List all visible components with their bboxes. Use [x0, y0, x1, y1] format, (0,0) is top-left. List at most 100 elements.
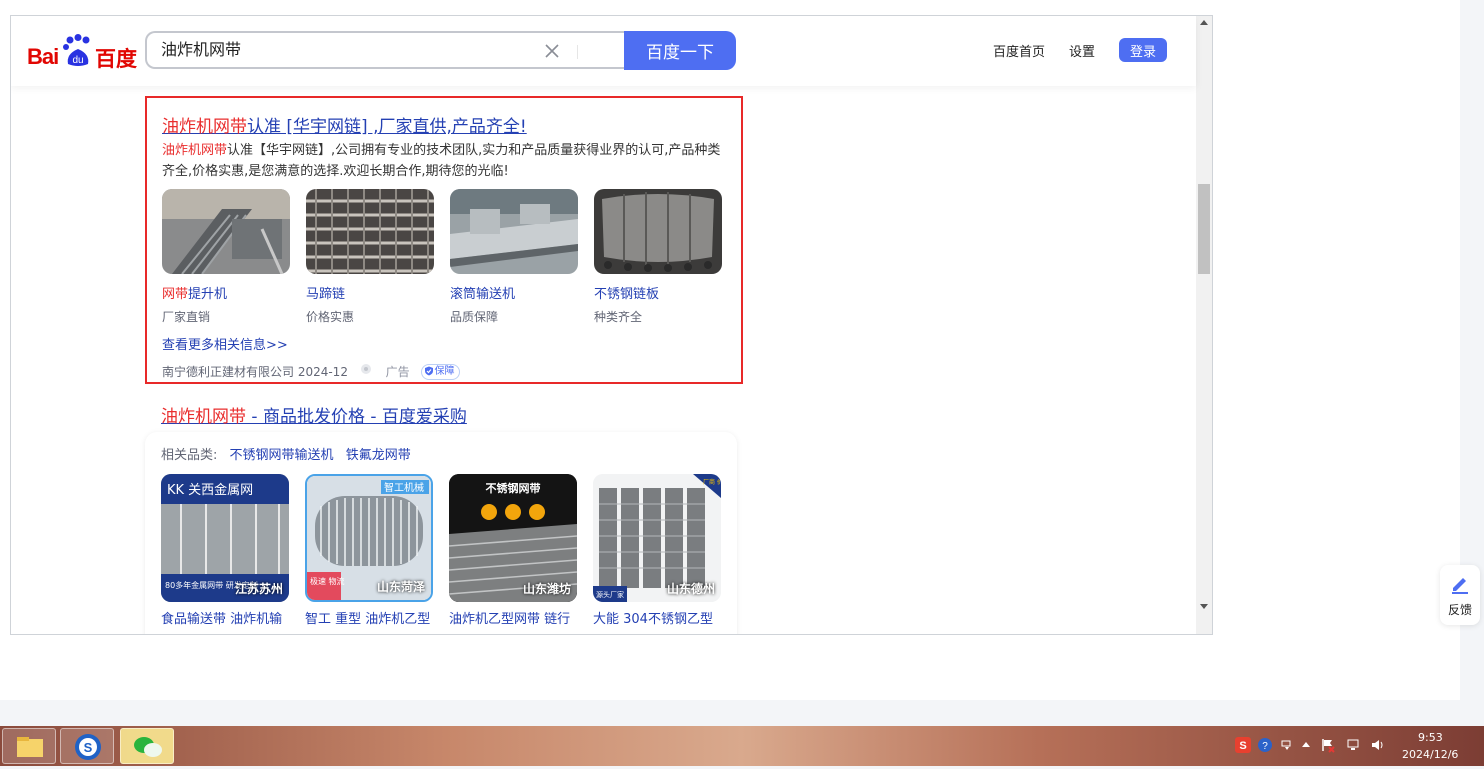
product-location: 山东潍坊	[522, 582, 571, 596]
windows-taskbar: S S ? 9:53 2024/12/6	[0, 726, 1484, 766]
keyboard-icon[interactable]	[1279, 737, 1295, 753]
product-card[interactable]: 厂商 价比 源头厂家 山东德州 大能 304不锈钢乙型	[593, 474, 723, 627]
related-tag[interactable]: 铁氟龙网带	[346, 448, 411, 463]
ad-thumbnail-row: 网带提升机 厂家直销 马蹄链 价格实惠 滚筒输送机 品质保障 不锈钢链板 种类齐…	[162, 189, 732, 329]
taskbar-sogou-browser-button[interactable]: S	[60, 728, 114, 764]
ad-result-description: 油炸机网带认准【华宇网链】,公司拥有专业的技术团队,实力和产品质量获得业界的认可…	[162, 140, 728, 182]
ad-result-title[interactable]: 油炸机网带认准 [华宇网链] ,厂家直供,产品齐全!	[162, 112, 527, 137]
product-name[interactable]: 大能 304不锈钢乙型	[593, 608, 723, 627]
help-icon[interactable]: ?	[1257, 737, 1273, 753]
taskbar-wechat-button[interactable]	[120, 728, 174, 764]
product-image: 厂商 价比 源头厂家 山东德州	[593, 474, 721, 602]
nav-baidu-home[interactable]: 百度首页	[993, 41, 1045, 60]
search-divider	[577, 45, 578, 59]
folder-icon	[17, 737, 43, 757]
shield-check-icon	[425, 366, 434, 375]
action-center-flag-icon[interactable]	[1320, 737, 1336, 753]
guarantee-badge[interactable]: 保障	[421, 363, 461, 380]
product-image: 不锈钢网带 山东潍坊	[449, 474, 577, 602]
baidu-logo[interactable]: Bai du 百度	[27, 34, 137, 74]
network-icon[interactable]	[1346, 737, 1362, 753]
scroll-thumb[interactable]	[1198, 184, 1210, 274]
nav-settings[interactable]: 设置	[1069, 41, 1095, 60]
logo-text-cn: 百度	[95, 47, 137, 71]
chain-plate-photo-icon	[594, 189, 722, 274]
close-icon[interactable]	[543, 42, 561, 60]
more-info-link[interactable]: 查看更多相关信息>>	[162, 334, 288, 353]
vertical-scrollbar[interactable]	[1196, 16, 1212, 634]
ad-result: 油炸机网带认准 [华宇网链] ,厂家直供,产品齐全! 油炸机网带认准【华宇网链】…	[145, 96, 743, 384]
svg-text:S: S	[1239, 740, 1246, 752]
product-name[interactable]: 油炸机乙型网带 链行	[449, 608, 579, 627]
chevron-up-icon[interactable]	[1298, 737, 1314, 753]
product-row: KK 关西金属网 80多年金属网带 研发定制 江苏苏州 食品输送带 油炸机输 智…	[161, 474, 731, 627]
product-location: 江苏苏州	[234, 582, 283, 596]
aicaigou-product-card: 相关品类: 不锈钢网带输送机 铁氟龙网带 KK 关西金属网 80多年金属网带 研…	[145, 432, 737, 634]
svg-text:极速 物流: 极速 物流	[310, 576, 345, 586]
product-location: 山东德州	[666, 582, 715, 596]
search-box	[145, 31, 625, 69]
product-card[interactable]: 不锈钢网带 山东潍坊 油炸机乙型网带 链行	[449, 474, 579, 627]
search-header: Bai du 百度 百度一下 百度首页 设置 登录	[11, 16, 1196, 86]
results-content: 油炸机网带认准 [华宇网链] ,厂家直供,产品齐全! 油炸机网带认准【华宇网链】…	[11, 86, 1196, 634]
search-button[interactable]: 百度一下	[624, 31, 736, 70]
login-button[interactable]: 登录	[1119, 38, 1167, 62]
roller-conveyor-photo-icon	[450, 189, 578, 274]
product-card[interactable]: 智工机械 极速 物流 山东菏泽 智工 重型 油炸机乙型	[305, 474, 435, 627]
scroll-up-arrow-icon[interactable]	[1200, 20, 1208, 25]
svg-text:厂商 价比: 厂商 价比	[703, 478, 721, 486]
thumb-sub: 品质保障	[450, 310, 499, 324]
result2-title[interactable]: 油炸机网带 - 商品批发价格 - 百度爱采购	[161, 402, 467, 427]
thumb-sub: 价格实惠	[306, 310, 355, 324]
thumb-sub: 种类齐全	[594, 310, 643, 324]
svg-text:S: S	[84, 740, 93, 755]
related-label: 相关品类:	[161, 448, 218, 463]
clock-date[interactable]: 2024/12/6	[1402, 748, 1458, 761]
search-input[interactable]	[161, 33, 521, 67]
sogou-browser-icon: S	[75, 734, 101, 760]
conveyor-photo-icon	[162, 189, 290, 274]
logo-text-bai: Bai	[27, 44, 59, 69]
thumb-label[interactable]: 不锈钢链板	[594, 283, 724, 302]
thumb-card[interactable]: 滚筒输送机 品质保障	[450, 189, 580, 325]
thumb-label[interactable]: 滚筒输送机	[450, 283, 580, 302]
svg-text:源头厂家: 源头厂家	[596, 590, 624, 599]
thumb-card[interactable]: 网带提升机 厂家直销	[162, 189, 292, 325]
edit-pen-icon	[1452, 578, 1468, 594]
thumb-label[interactable]: 网带提升机	[162, 283, 292, 302]
ad-label: 广告	[385, 365, 410, 379]
svg-text:智工机械: 智工机械	[384, 481, 424, 494]
feedback-button[interactable]: 反馈	[1440, 565, 1480, 625]
product-image: KK 关西金属网 80多年金属网带 研发定制 江苏苏州	[161, 474, 289, 602]
sogou-ime-icon[interactable]: S	[1235, 737, 1251, 753]
thumb-label[interactable]: 马蹄链	[306, 283, 436, 302]
product-image: 智工机械 极速 物流 山东菏泽	[305, 474, 433, 602]
thumb-card[interactable]: 不锈钢链板 种类齐全	[594, 189, 724, 325]
desc-highlight: 油炸机网带	[162, 143, 228, 158]
thumb-sub: 厂家直销	[162, 310, 211, 324]
title-highlight: 油炸机网带	[162, 117, 247, 137]
taskbar-explorer-button[interactable]	[2, 728, 56, 764]
chain-mesh-photo-icon	[306, 189, 434, 274]
browser-viewport: Bai du 百度 百度一下 百度首页 设置 登录 油炸机	[10, 15, 1213, 635]
thumb-card[interactable]: 马蹄链 价格实惠	[306, 189, 436, 325]
paw-icon: du	[63, 34, 90, 66]
clock-time[interactable]: 9:53	[1418, 731, 1443, 744]
related-tag[interactable]: 不锈钢网带输送机	[230, 448, 334, 463]
product-location: 山东菏泽	[376, 580, 425, 594]
paw-text: du	[72, 55, 83, 66]
svg-text:?: ?	[1262, 741, 1268, 752]
volume-icon[interactable]	[1370, 737, 1386, 753]
wechat-icon	[134, 737, 162, 757]
product-card[interactable]: KK 关西金属网 80多年金属网带 研发定制 江苏苏州 食品输送带 油炸机输	[161, 474, 291, 627]
ad-source: 南宁德利正建材有限公司 2024-12	[162, 365, 348, 379]
scroll-down-arrow-icon[interactable]	[1200, 604, 1208, 609]
product-name[interactable]: 食品输送带 油炸机输	[161, 608, 291, 627]
product-name[interactable]: 智工 重型 油炸机乙型	[305, 608, 435, 627]
related-categories: 相关品类: 不锈钢网带输送机 铁氟龙网带	[161, 444, 411, 463]
info-dot-icon[interactable]	[360, 363, 372, 375]
svg-text:KK 关西金属网: KK 关西金属网	[167, 482, 253, 498]
feedback-label: 反馈	[1447, 603, 1472, 617]
svg-text:不锈钢网带: 不锈钢网带	[486, 481, 541, 495]
ad-footer: 南宁德利正建材有限公司 2024-12 广告 保障	[162, 363, 461, 381]
